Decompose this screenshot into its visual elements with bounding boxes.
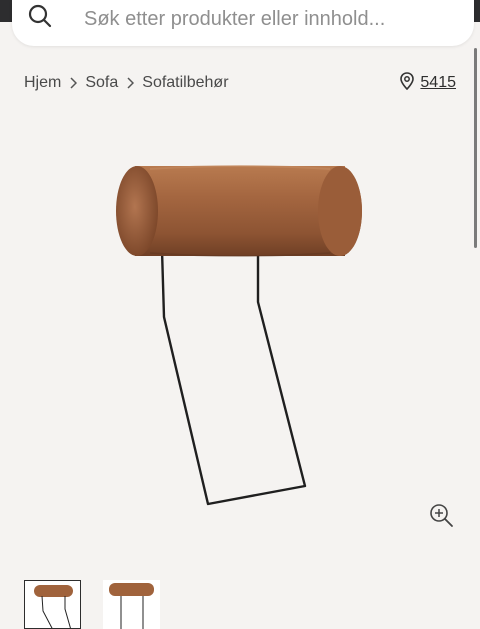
- store-selector[interactable]: 5415: [400, 71, 456, 95]
- chevron-right-icon: [61, 77, 85, 89]
- search-icon[interactable]: [28, 0, 52, 30]
- product-image[interactable]: [0, 120, 480, 560]
- store-number[interactable]: 5415: [420, 74, 456, 92]
- thumbnail-2[interactable]: [103, 580, 160, 629]
- chevron-right-icon: [118, 77, 142, 89]
- search-bar[interactable]: Søk etter produkter eller innhold...: [12, 0, 474, 46]
- thumbnail-1[interactable]: [24, 580, 81, 629]
- zoom-in-icon[interactable]: [428, 502, 454, 528]
- breadcrumb-item-sofa-accessories[interactable]: Sofatilbehør: [142, 74, 228, 92]
- breadcrumb-item-home[interactable]: Hjem: [24, 74, 61, 92]
- breadcrumb-item-sofa[interactable]: Sofa: [85, 74, 118, 92]
- search-input[interactable]: Søk etter produkter eller innhold...: [84, 8, 385, 31]
- location-pin-icon: [400, 71, 415, 95]
- breadcrumb: Hjem Sofa Sofatilbehør: [24, 72, 229, 94]
